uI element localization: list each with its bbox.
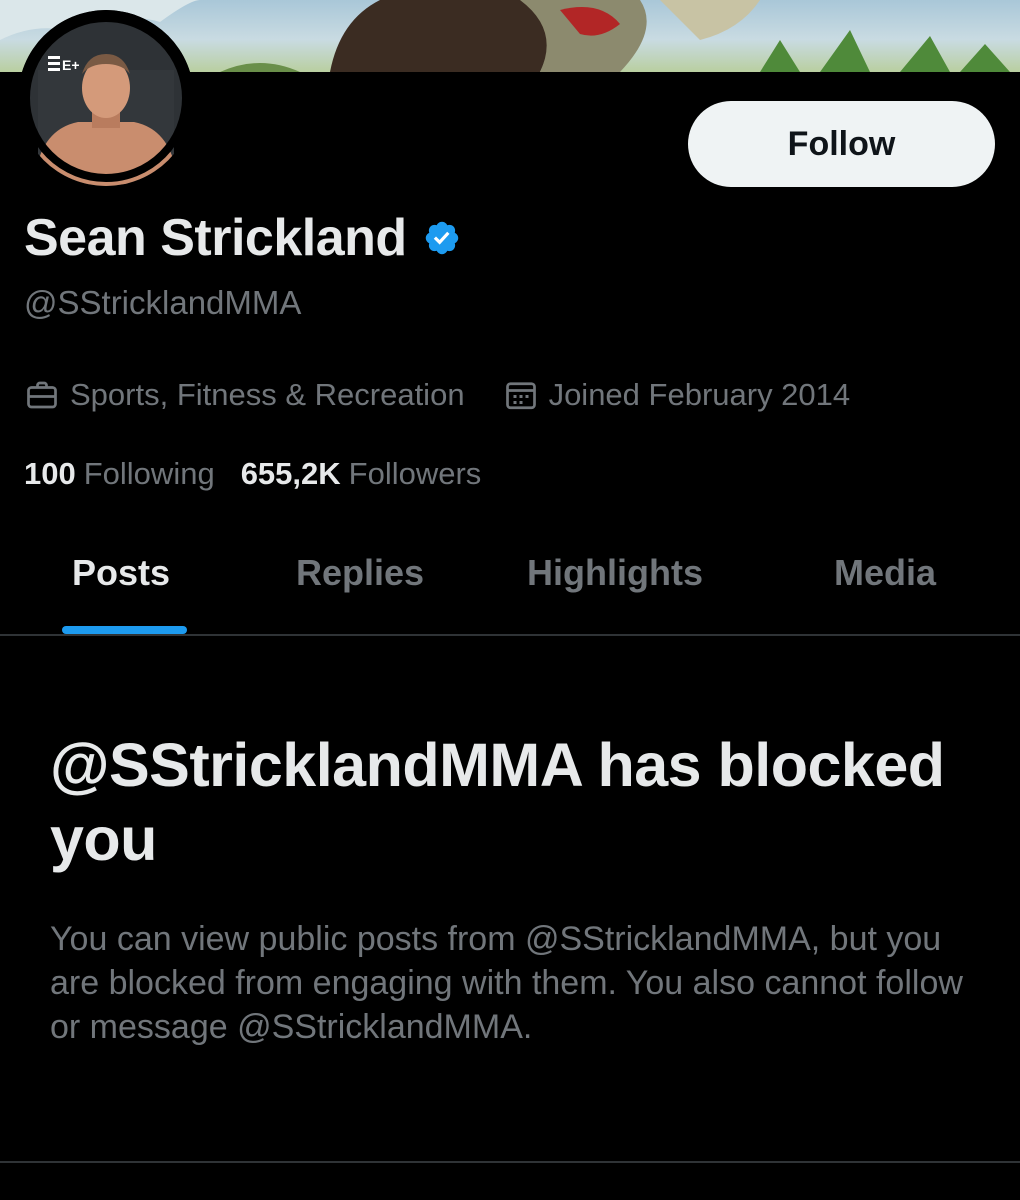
- verified-badge-icon[interactable]: [423, 219, 461, 257]
- profile-handle: @SStricklandMMA: [24, 284, 302, 321]
- profile-meta-row: Sports, Fitness & Recreation Joined Febr…: [24, 377, 850, 413]
- tab-highlights[interactable]: Highlights: [527, 552, 703, 594]
- profile-category: Sports, Fitness & Recreation: [24, 377, 465, 413]
- category-label: Sports, Fitness & Recreation: [70, 377, 465, 412]
- profile-avatar[interactable]: E+: [18, 10, 194, 186]
- briefcase-icon: [27, 381, 57, 409]
- active-tab-indicator: [62, 626, 187, 634]
- tabs-divider: [0, 634, 1020, 636]
- followers-count: 655,2K: [240, 456, 341, 491]
- bottom-divider: [0, 1161, 1020, 1163]
- profile-joined: Joined February 2014: [503, 377, 851, 413]
- blocked-title: @SStricklandMMA has blocked you: [50, 731, 945, 873]
- profile-stats-row: 100 Following 655,2K Followers: [24, 456, 481, 492]
- follow-button[interactable]: Follow: [688, 101, 995, 187]
- tab-posts[interactable]: Posts: [72, 552, 170, 594]
- tab-replies[interactable]: Replies: [296, 552, 424, 594]
- following-link[interactable]: 100 Following: [24, 456, 215, 492]
- profile-name-row: Sean Strickland: [24, 208, 461, 268]
- followers-label: Followers: [348, 456, 482, 491]
- joined-label: Joined February 2014: [548, 377, 851, 412]
- tab-media[interactable]: Media: [834, 552, 936, 594]
- avatar-logo-text: E+: [62, 57, 80, 73]
- display-name: Sean Strickland: [24, 209, 407, 267]
- avatar-photo: E+: [18, 10, 194, 186]
- followers-link[interactable]: 655,2K Followers: [241, 456, 482, 492]
- following-count: 100: [24, 456, 76, 491]
- following-label: Following: [83, 456, 215, 491]
- calendar-icon: [505, 382, 536, 410]
- blocked-message: You can view public posts from @SStrickl…: [50, 920, 963, 1046]
